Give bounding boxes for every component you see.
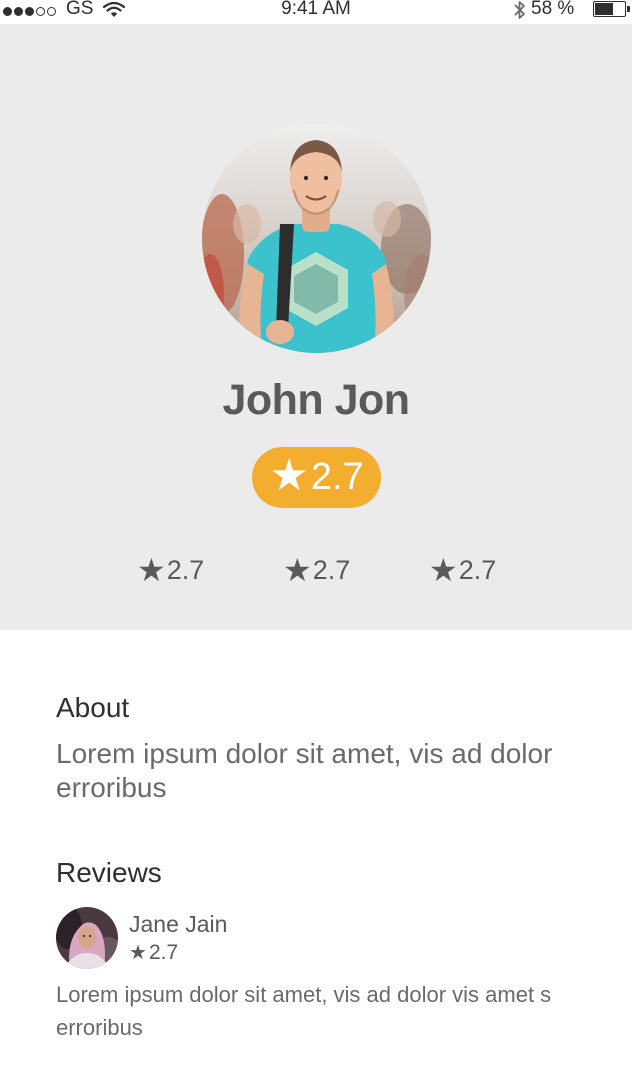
profile-name: John Jon xyxy=(222,376,410,424)
star-icon: ★ xyxy=(429,552,458,588)
star-icon: ★ xyxy=(129,942,147,964)
profile-screen: GS 9:41 AM 58 % John Jon ★ 2.7 ★ 2.7 ★ 2… xyxy=(0,0,632,1086)
reviewer-avatar[interactable] xyxy=(56,907,118,969)
battery-level-fill xyxy=(595,3,613,15)
battery-percent: 58 % xyxy=(531,0,575,19)
battery-icon xyxy=(593,1,630,17)
about-title: About xyxy=(56,692,130,723)
reviewer-rating-value: 2.7 xyxy=(148,940,179,964)
sub-rating-value: 2.7 xyxy=(458,554,497,585)
bluetooth-icon xyxy=(512,0,528,27)
status-bar: GS 9:41 AM 58 % xyxy=(0,0,632,24)
profile-header: John Jon ★ 2.7 ★ 2.7 ★ 2.7 ★ 2.7 xyxy=(0,24,632,630)
reviewer-rating: ★ 2.7 xyxy=(129,940,178,965)
overall-rating-badge: ★ 2.7 xyxy=(252,447,381,508)
sub-rating: ★ 2.7 xyxy=(429,554,496,586)
profile-avatar[interactable] xyxy=(202,124,431,353)
review-text: Lorem ipsum dolor sit amet, vis ad dolor… xyxy=(56,982,552,1040)
reviews-title: Reviews xyxy=(56,857,162,888)
reviewer-name: Jane Jain xyxy=(129,911,228,937)
star-icon: ★ xyxy=(137,552,166,588)
sub-ratings: ★ 2.7 ★ 2.7 ★ 2.7 xyxy=(0,554,632,594)
sub-rating-value: 2.7 xyxy=(166,554,205,585)
sub-rating: ★ 2.7 xyxy=(283,554,350,586)
about-text: Lorem ipsum dolor sit amet, vis ad dolor… xyxy=(56,738,553,803)
star-icon: ★ xyxy=(283,552,312,588)
sub-rating-value: 2.7 xyxy=(312,554,351,585)
sub-rating: ★ 2.7 xyxy=(137,554,204,586)
overall-rating-value: 2.7 xyxy=(310,456,364,498)
star-icon: ★ xyxy=(269,450,309,500)
